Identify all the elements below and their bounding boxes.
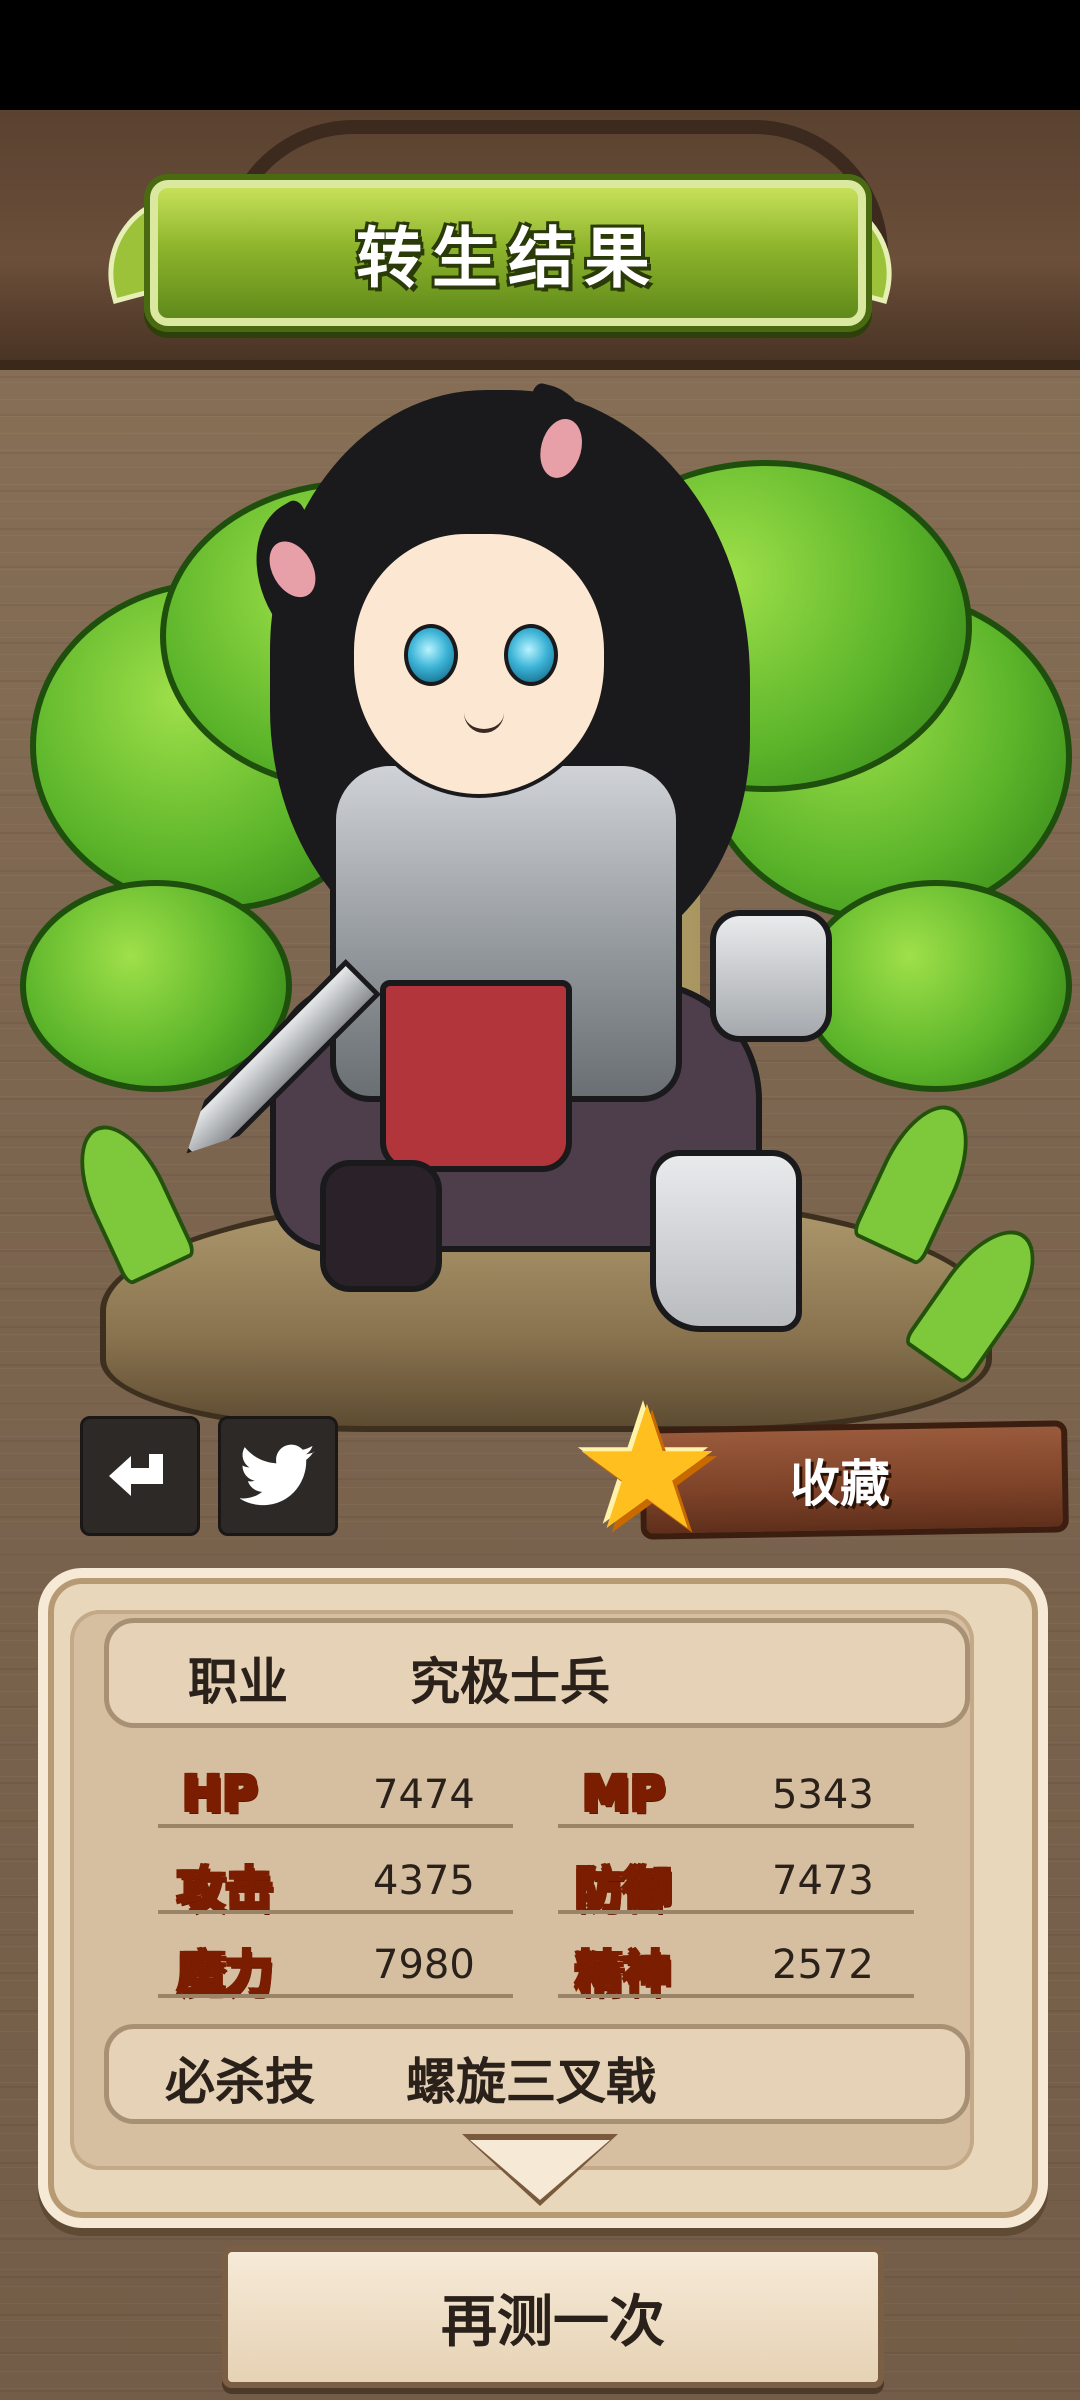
back-button[interactable] <box>80 1416 200 1536</box>
boot-right <box>650 1150 802 1332</box>
stat-divider <box>158 1824 513 1828</box>
twitter-share-button[interactable] <box>218 1416 338 1536</box>
stat-divider <box>158 1994 513 1998</box>
stat-atk-value: 4375 <box>373 1858 475 1904</box>
return-arrow-icon <box>109 1454 163 1496</box>
eye-left <box>404 624 458 686</box>
stat-divider <box>558 1824 914 1828</box>
fern <box>850 1090 988 1268</box>
job-value: 究极士兵 <box>410 1653 610 1711</box>
stat-spi-value: 2572 <box>772 1942 874 1988</box>
gauntlet <box>710 910 832 1042</box>
stat-mp-name: MP <box>582 1766 665 1822</box>
twitter-bird-icon <box>240 1444 315 1506</box>
star-icon[interactable]: ★ <box>571 1384 723 1554</box>
skill-value: 螺旋三叉戟 <box>406 2053 656 2111</box>
page-title: 转生结果 <box>356 220 660 297</box>
stat-hp-value: 7474 <box>373 1772 475 1818</box>
stat-mp-value: 5343 <box>772 1772 874 1818</box>
fern <box>60 1110 198 1288</box>
skill-label: 必杀技 <box>165 2053 315 2111</box>
character-tabard <box>380 980 572 1172</box>
character-face <box>350 530 608 798</box>
mouth <box>464 709 504 733</box>
status-bar <box>0 0 1080 110</box>
boot-left <box>320 1160 442 1292</box>
favorite-label[interactable]: 收藏 <box>700 1424 980 1536</box>
tree-canopy <box>800 880 1072 1092</box>
stat-divider <box>558 1994 914 1998</box>
job-label: 职业 <box>188 1653 288 1711</box>
stat-divider <box>158 1910 513 1914</box>
stat-def-value: 7473 <box>772 1858 874 1904</box>
stat-mag-value: 7980 <box>373 1942 475 1988</box>
eye-right <box>504 624 558 686</box>
stat-divider <box>558 1910 914 1914</box>
retry-label[interactable]: 再测一次 <box>222 2246 884 2388</box>
stat-hp-name: HP <box>182 1766 258 1822</box>
character-illustration <box>0 360 1080 1510</box>
